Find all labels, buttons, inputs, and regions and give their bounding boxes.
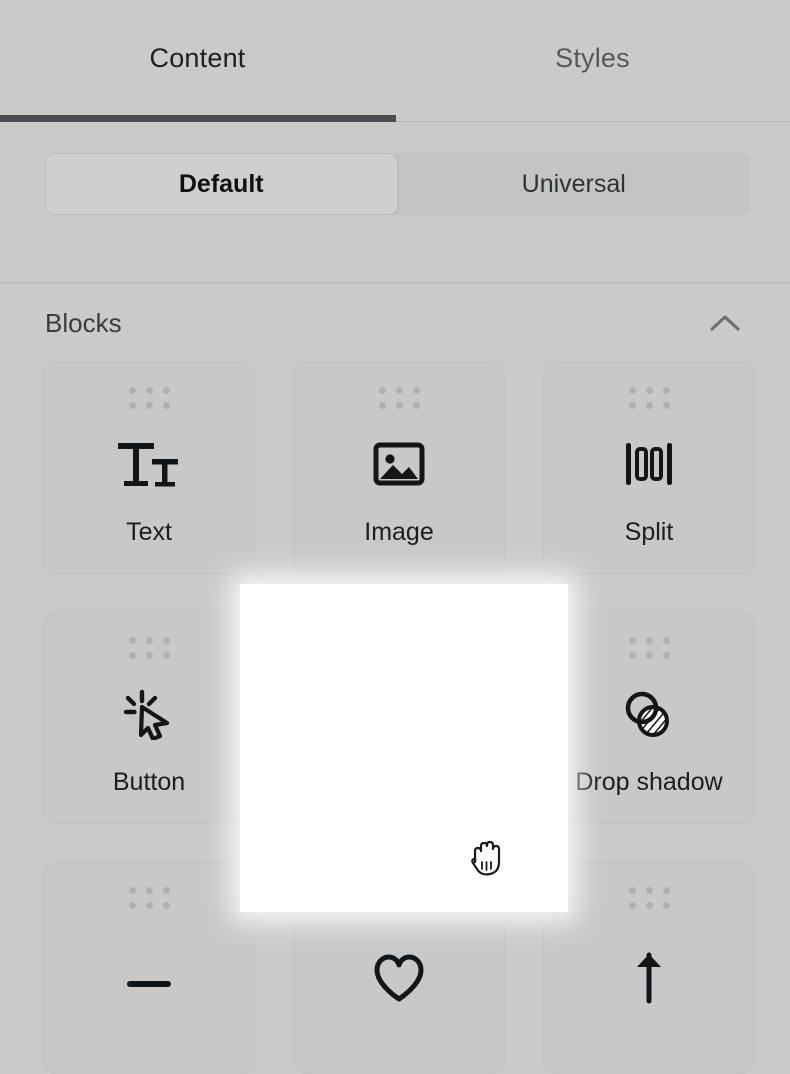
block-card-image[interactable]: Image (293, 362, 505, 574)
block-card-text[interactable]: Text (43, 362, 255, 574)
tab-styles[interactable]: Styles (395, 0, 790, 122)
block-card-button-label: Button (113, 768, 185, 823)
block-card-arrow-up[interactable] (543, 862, 755, 1074)
segment-option-default-label: Default (179, 170, 264, 199)
active-tab-indicator (0, 115, 396, 122)
block-card-divider[interactable] (43, 862, 255, 1074)
segment-option-default[interactable]: Default (45, 153, 398, 215)
blocks-section-title: Blocks (45, 308, 122, 339)
segment-option-universal[interactable]: Universal (398, 153, 751, 215)
drag-handle-dots-icon[interactable] (129, 387, 170, 409)
panel-tab-bar: Content Styles (0, 0, 790, 122)
image-picture-icon (294, 409, 504, 518)
drag-handle-dots-icon[interactable] (129, 887, 170, 909)
block-card-drop-shadow-label: Drop shadow (575, 768, 722, 823)
cursor-click-icon (44, 659, 254, 768)
drag-handle-dots-icon[interactable] (379, 887, 420, 909)
arrow-up-icon (544, 909, 754, 1047)
drag-handle-dots-icon[interactable] (379, 387, 420, 409)
header-bar-icon (294, 659, 504, 768)
drag-handle-dots-icon[interactable] (379, 637, 420, 659)
chevron-up-icon[interactable] (708, 306, 742, 340)
block-card-text-label: Text (126, 518, 172, 573)
block-card-image-label: Image (364, 518, 433, 573)
block-card-header-bar[interactable]: Header bar (293, 612, 505, 824)
tab-content-label: Content (150, 43, 246, 74)
segment-option-universal-label: Universal (522, 170, 626, 199)
mode-segmented-control: Default Universal (45, 153, 750, 215)
block-card-split-label: Split (625, 518, 674, 573)
blocks-section-header[interactable]: Blocks (0, 284, 790, 362)
blocks-grid: Text Image Split (0, 362, 790, 1074)
tab-content[interactable]: Content (0, 0, 395, 122)
drag-handle-dots-icon[interactable] (629, 887, 670, 909)
divider-line-icon (44, 909, 254, 1047)
block-card-button[interactable]: Button (43, 612, 255, 824)
drag-handle-dots-icon[interactable] (129, 637, 170, 659)
drop-shadow-icon (544, 659, 754, 768)
drag-handle-dots-icon[interactable] (629, 387, 670, 409)
block-card-split[interactable]: Split (543, 362, 755, 574)
heart-icon (294, 909, 504, 1047)
block-card-drop-shadow[interactable]: Drop shadow (543, 612, 755, 824)
block-card-heart[interactable] (293, 862, 505, 1074)
block-card-header-bar-label: Header bar (336, 768, 461, 823)
tab-styles-label: Styles (555, 43, 630, 74)
text-tt-icon (44, 409, 254, 518)
mode-selector-section: Default Universal (0, 122, 790, 284)
split-columns-icon (544, 409, 754, 518)
drag-handle-dots-icon[interactable] (629, 637, 670, 659)
